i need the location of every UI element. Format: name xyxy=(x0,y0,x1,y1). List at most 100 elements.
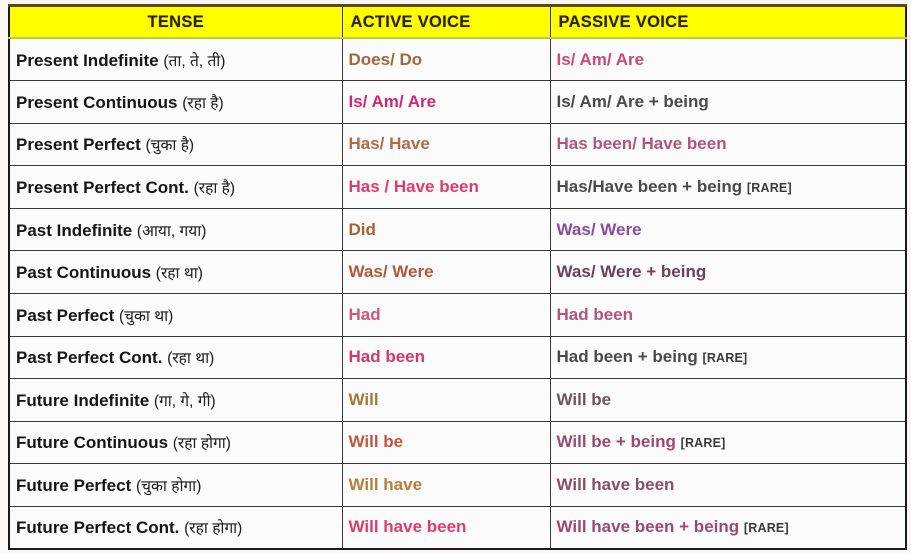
tense-name-english: Future Perfect Cont. xyxy=(16,518,180,538)
passive-voice-form: Had been xyxy=(556,304,634,324)
cell-active-voice: Will xyxy=(341,378,551,422)
cell-tense: Past Perfect (चुका था) xyxy=(8,292,343,337)
active-voice-form: Will have been xyxy=(348,517,467,537)
cell-active-voice: Was/ Were xyxy=(341,250,551,294)
table-row: Future Indefinite (गा, गे, गी) Will Will b… xyxy=(8,378,907,422)
cell-tense: Present Perfect (चुका है) xyxy=(8,122,343,167)
tense-name-english: Past Continuous xyxy=(16,263,152,283)
table-row: Past Perfect (चुका था) Had Had been xyxy=(8,292,907,337)
active-voice-form: Had xyxy=(348,304,381,324)
tense-name-english: Past Perfect xyxy=(16,305,115,325)
active-voice-form: Has/ Have xyxy=(348,134,430,154)
passive-voice-form: Was/ Were xyxy=(556,219,642,239)
tense-name-english: Future Indefinite xyxy=(16,390,150,410)
tense-name-english: Future Continuous xyxy=(16,433,169,453)
table-row: Future Perfect Cont. (रहा होगा) Will have… xyxy=(8,505,907,550)
active-voice-form: Is/ Am/ Are xyxy=(348,91,437,111)
passive-voice-form: Has/Have been + being xyxy=(556,177,743,197)
cell-passive-voice: Had been xyxy=(549,292,907,337)
tense-name-hindi: (रहा है) xyxy=(193,180,236,198)
active-voice-form: Will have xyxy=(348,475,423,495)
tense-name-hindi: (चुका था) xyxy=(119,307,174,325)
tense-active-passive-table: TENSE ACTIVE VOICE PASSIVE VOICE Present… xyxy=(8,4,907,550)
rare-badge: [RARE] xyxy=(743,521,789,536)
cell-active-voice: Does/ Do xyxy=(341,37,551,82)
cell-passive-voice: Was/ Were xyxy=(549,207,907,252)
active-voice-form: Was/ Were xyxy=(348,262,434,282)
tense-name-hindi: (रहा होगा) xyxy=(184,520,243,538)
column-header-active-voice: ACTIVE VOICE xyxy=(341,4,551,39)
cell-passive-voice: Will have been xyxy=(549,463,907,507)
cell-active-voice: Had been xyxy=(341,335,551,380)
cell-passive-voice: Will have been + being [RARE] xyxy=(549,505,907,550)
passive-voice-form: Has been/ Have been xyxy=(556,134,727,154)
tense-name-hindi: (चुका होगा) xyxy=(135,478,202,496)
cell-passive-voice: Has/Have been + being [RARE] xyxy=(549,165,907,209)
active-voice-form: Did xyxy=(348,219,376,239)
table-row: Present Perfect Cont. (रहा है) Has / Have… xyxy=(8,165,907,209)
cell-active-voice: Will have been xyxy=(341,505,551,550)
table-header: TENSE ACTIVE VOICE PASSIVE VOICE xyxy=(8,4,907,39)
tense-name-hindi: (रहा था) xyxy=(155,265,203,283)
cell-active-voice: Will be xyxy=(341,420,551,465)
cell-tense: Future Perfect Cont. (रहा होगा) xyxy=(8,505,343,550)
cell-tense: Past Perfect Cont. (रहा था) xyxy=(8,335,343,380)
cell-active-voice: Will have xyxy=(341,463,551,507)
column-header-tense: TENSE xyxy=(8,4,343,39)
tense-name-hindi: (गा, गे, गी) xyxy=(153,392,216,410)
cell-passive-voice: Had been + being [RARE] xyxy=(549,335,907,380)
active-voice-form: Has / Have been xyxy=(348,177,479,197)
rare-badge: [RARE] xyxy=(746,181,792,196)
rare-badge: [RARE] xyxy=(702,351,748,366)
passive-voice-form: Was/ Were + being xyxy=(556,262,707,282)
tense-name-hindi: (ता, ते, ती) xyxy=(163,52,226,70)
tense-name-english: Present Perfect xyxy=(16,135,141,155)
table-row: Past Perfect Cont. (रहा था) Had been Had b… xyxy=(8,335,907,380)
cell-tense: Present Perfect Cont. (रहा है) xyxy=(8,165,343,209)
cell-passive-voice: Will be + being [RARE] xyxy=(549,420,907,465)
cell-active-voice: Is/ Am/ Are xyxy=(341,80,551,124)
tense-name-hindi: (आया, गया) xyxy=(136,222,207,240)
passive-voice-form: Will be + being xyxy=(556,432,676,452)
tense-name-hindi: (रहा है) xyxy=(182,94,224,112)
passive-voice-form: Will have been xyxy=(556,475,675,495)
table-row: Future Continuous (रहा होगा) Will be Will … xyxy=(8,420,907,465)
active-voice-form: Had been xyxy=(348,347,426,367)
tense-name-english: Past Indefinite xyxy=(16,220,133,240)
passive-voice-form: Will be xyxy=(556,389,612,409)
table-body: Present Indefinite (ता, ते, ती) Does/ Do I… xyxy=(8,37,907,550)
tense-name-english: Present Continuous xyxy=(16,92,178,112)
cell-active-voice: Did xyxy=(341,207,551,252)
cell-active-voice: Has/ Have xyxy=(341,122,551,167)
cell-tense: Past Indefinite (आया, गया) xyxy=(8,207,343,252)
cell-active-voice: Has / Have been xyxy=(341,165,551,209)
table-row: Past Continuous (रहा था) Was/ Were Was/ We… xyxy=(8,250,907,294)
cell-active-voice: Had xyxy=(341,292,551,337)
active-voice-form: Will be xyxy=(348,432,404,452)
passive-voice-form: Is/ Am/ Are xyxy=(556,49,645,69)
active-voice-form: Will xyxy=(348,389,379,409)
cell-tense: Future Perfect (चुका होगा) xyxy=(8,463,343,507)
table-row: Future Perfect (चुका होगा) Will have Will … xyxy=(8,463,907,507)
cell-tense: Past Continuous (रहा था) xyxy=(8,250,343,294)
column-header-passive-voice: PASSIVE VOICE xyxy=(549,4,907,39)
rare-badge: [RARE] xyxy=(680,436,726,451)
tense-name-hindi: (चुका है) xyxy=(145,137,195,155)
cell-passive-voice: Has been/ Have been xyxy=(549,122,907,167)
cell-tense: Future Continuous (रहा होगा) xyxy=(8,420,343,465)
passive-voice-form: Had been + being xyxy=(556,347,698,367)
table-row: Past Indefinite (आया, गया) Did Was/ Were xyxy=(8,207,907,252)
tense-name-hindi: (रहा होगा) xyxy=(172,435,231,453)
cell-tense: Future Indefinite (गा, गे, गी) xyxy=(8,378,343,422)
cell-passive-voice: Is/ Am/ Are + being xyxy=(549,80,907,124)
table-row: Present Perfect (चुका है) Has/ Have Has be… xyxy=(8,122,907,167)
tense-name-english: Present Indefinite xyxy=(16,50,159,70)
tense-voice-table-container: TENSE ACTIVE VOICE PASSIVE VOICE Present… xyxy=(0,0,911,553)
tense-name-hindi: (रहा था) xyxy=(167,350,215,368)
cell-passive-voice: Is/ Am/ Are xyxy=(549,37,907,82)
header-row: TENSE ACTIVE VOICE PASSIVE VOICE xyxy=(8,4,907,39)
table-row: Present Continuous (रहा है) Is/ Am/ Are Is… xyxy=(8,80,907,124)
tense-name-english: Past Perfect Cont. xyxy=(16,348,163,368)
table-row: Present Indefinite (ता, ते, ती) Does/ Do I… xyxy=(8,37,907,82)
tense-name-english: Future Perfect xyxy=(16,476,132,496)
